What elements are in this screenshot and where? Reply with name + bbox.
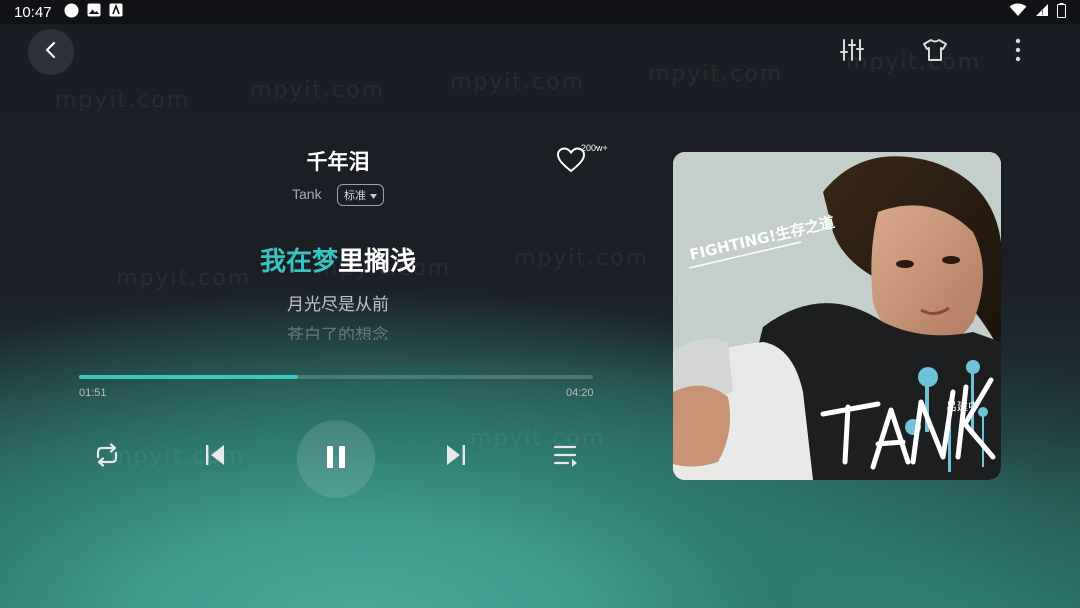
- lyric-following-line[interactable]: 苍白了的想念: [238, 326, 438, 340]
- watermark: mpyit.com: [648, 62, 784, 87]
- back-button[interactable]: [28, 29, 74, 75]
- like-count-badge: 200w+: [581, 143, 608, 153]
- artist-name[interactable]: Tank: [292, 186, 322, 202]
- progress-fill: [79, 375, 299, 379]
- next-button[interactable]: [439, 440, 473, 474]
- status-bar: 10:47 !: [0, 0, 1080, 24]
- signal-icon: !: [1035, 3, 1049, 21]
- image-notification-icon: [87, 3, 101, 21]
- watermark: mpyit.com: [470, 426, 606, 451]
- repeat-button[interactable]: [90, 440, 124, 474]
- playlist-icon: [553, 443, 579, 471]
- watermark: mpyit.com: [55, 88, 191, 113]
- caret-down-icon: [370, 189, 377, 202]
- lyric-current-line[interactable]: 我在梦里搁浅: [238, 241, 438, 278]
- lyric-next-line[interactable]: 月光尽是从前: [238, 290, 438, 315]
- album-art-illustration: 吕建中 FIGHTING!生存之道: [673, 152, 1001, 480]
- theme-button[interactable]: [921, 38, 949, 66]
- watermark: mpyit.com: [514, 246, 650, 271]
- app-notification-icon: [109, 3, 123, 21]
- progress-bar[interactable]: [79, 375, 593, 379]
- lyric-rest: 里搁浅: [338, 247, 417, 277]
- more-vertical-icon: [1015, 38, 1021, 66]
- album-artist-name: 吕建中: [946, 399, 979, 413]
- next-icon: [444, 443, 468, 471]
- heart-icon: [556, 147, 586, 178]
- battery-icon: [1057, 2, 1066, 22]
- total-time: 04:20: [566, 387, 594, 399]
- previous-icon: [203, 443, 227, 471]
- watermark: mpyit.com: [450, 70, 586, 95]
- equalizer-button[interactable]: [838, 38, 866, 66]
- pause-button[interactable]: [297, 420, 375, 498]
- lyric-highlight: 我在梦: [259, 247, 338, 277]
- more-button[interactable]: [1004, 38, 1032, 66]
- playlist-button[interactable]: [549, 440, 583, 474]
- theme-shirt-icon: [922, 37, 948, 67]
- watermark: mpyit.com: [116, 266, 252, 291]
- equalizer-icon: [839, 37, 865, 67]
- repeat-icon: [92, 442, 122, 472]
- pause-icon: [325, 445, 347, 473]
- previous-button[interactable]: [198, 440, 232, 474]
- watermark: mpyit.com: [846, 50, 982, 75]
- wifi-icon: [1009, 3, 1027, 21]
- notification-dot-icon: [64, 3, 79, 22]
- back-icon: [44, 41, 58, 63]
- current-time: 01:51: [79, 387, 107, 399]
- song-title: 千年泪: [306, 150, 370, 174]
- album-cover[interactable]: 吕建中 FIGHTING!生存之道: [673, 152, 1001, 480]
- status-time: 10:47: [14, 3, 52, 21]
- watermark: mpyit.com: [250, 78, 386, 103]
- svg-text:!: !: [1041, 9, 1044, 17]
- quality-selector[interactable]: 标准: [337, 184, 384, 206]
- quality-label: 标准: [344, 189, 366, 202]
